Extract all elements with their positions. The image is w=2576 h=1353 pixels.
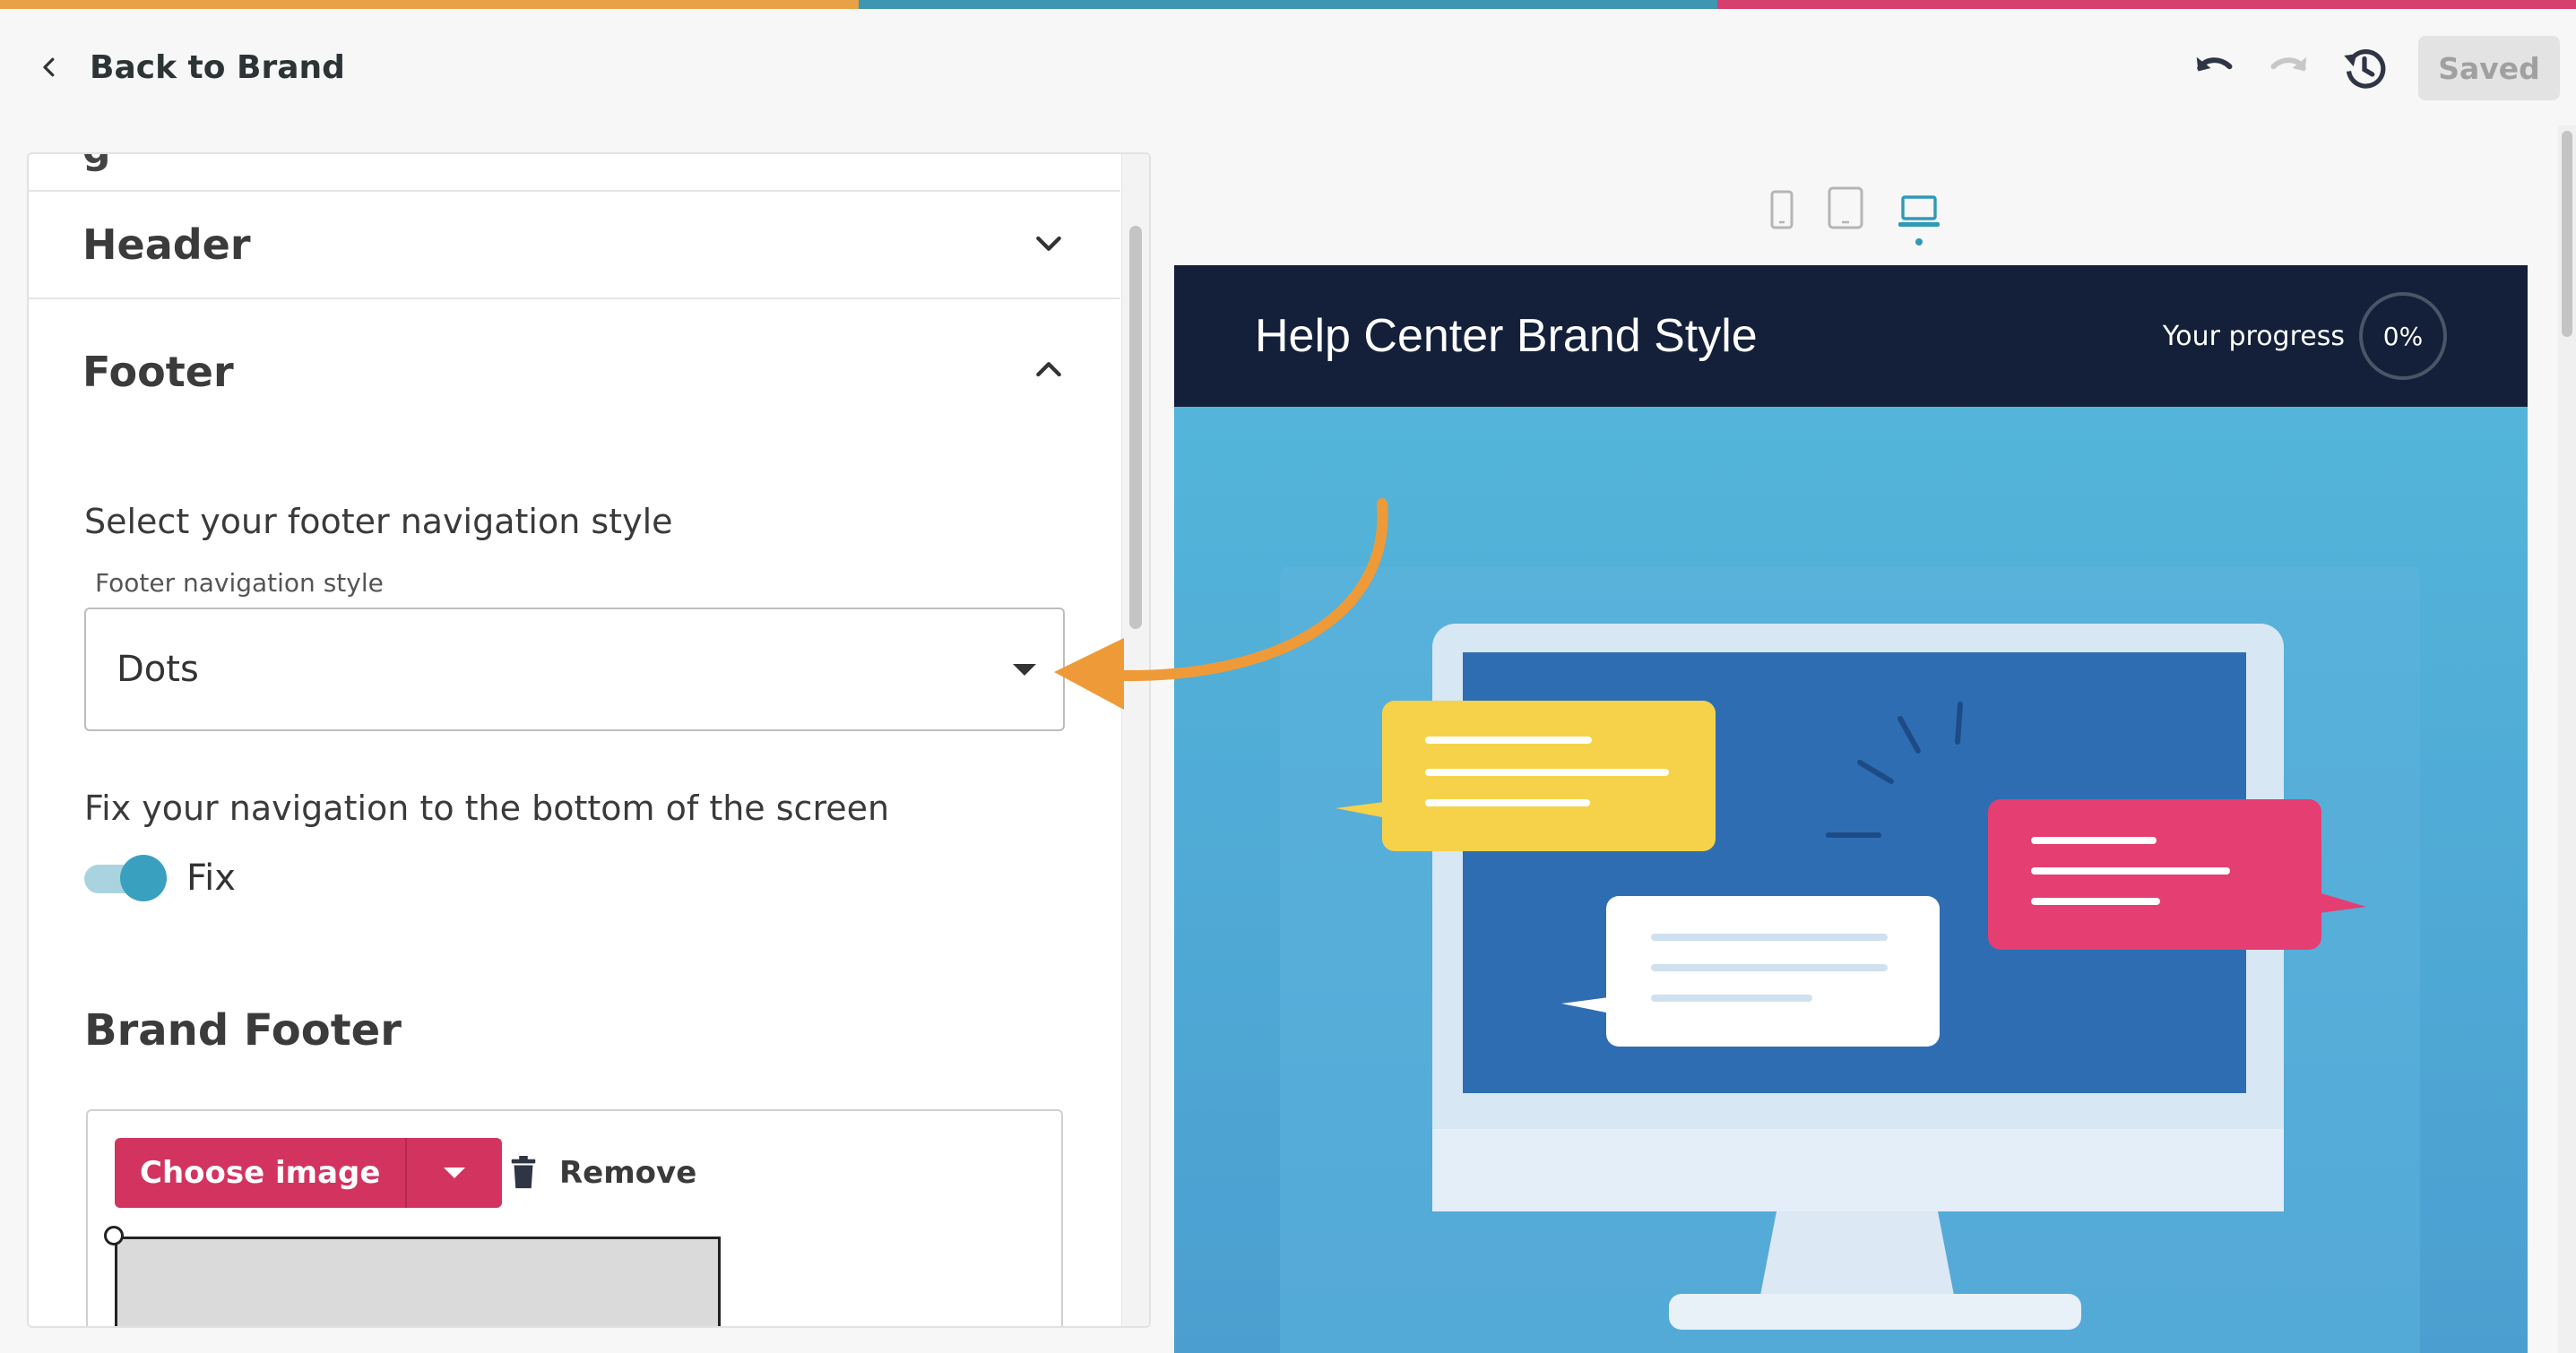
redo-button[interactable]	[2260, 39, 2318, 97]
editor-toolbar: Saved	[2167, 36, 2560, 100]
brand-footer-image-box: Choose image Remove	[86, 1109, 1063, 1326]
section-footer-toggle[interactable]: Footer	[29, 319, 1120, 425]
choose-image-button[interactable]: Choose image	[115, 1138, 503, 1208]
trash-icon	[511, 1156, 536, 1189]
history-button[interactable]	[2336, 39, 2393, 97]
undo-button[interactable]	[2185, 39, 2243, 97]
fix-toggle-label: Fix	[186, 857, 236, 899]
footer-nav-style-select[interactable]: Dots	[84, 608, 1065, 731]
nav-style-field-label: Footer navigation style	[95, 568, 384, 598]
chevron-up-icon	[1031, 352, 1067, 392]
saved-button[interactable]: Saved	[2418, 36, 2560, 100]
section-header-toggle[interactable]: Header	[29, 192, 1120, 297]
preview-scrollbar-thumb[interactable]	[2562, 131, 2572, 337]
back-label: Back to Brand	[90, 48, 345, 86]
section-title-footer: Footer	[82, 348, 234, 396]
annotation-arrow-icon	[1054, 498, 1388, 710]
footer-image-placeholder	[115, 1237, 721, 1326]
choose-image-dropdown[interactable]	[407, 1138, 502, 1208]
collapsed-section-partial: g	[29, 154, 1120, 192]
tablet-icon	[1828, 186, 1863, 229]
progress-ring: 0%	[2359, 292, 2447, 380]
stripe-orange	[0, 0, 859, 9]
nav-style-prompt: Select your footer navigation style	[84, 502, 673, 541]
preview-header: Help Center Brand Style Your progress 0%	[1174, 265, 2528, 407]
device-tablet-button[interactable]	[1828, 186, 1863, 246]
choose-image-label: Choose image	[115, 1138, 408, 1208]
preview-title: Help Center Brand Style	[1255, 310, 1758, 362]
undo-icon	[2196, 56, 2233, 72]
remove-label: Remove	[559, 1155, 697, 1191]
back-to-brand-link[interactable]: Back to Brand	[36, 43, 345, 91]
stripe-teal	[859, 0, 1717, 9]
history-icon	[2344, 48, 2386, 89]
progress-label: Your progress	[2162, 320, 2345, 352]
progress-value: 0%	[2382, 321, 2424, 351]
brand-footer-title: Brand Footer	[84, 1005, 402, 1056]
fix-toggle-row: Fix	[84, 853, 236, 903]
mobile-icon	[1770, 190, 1794, 229]
chevron-left-icon	[43, 57, 55, 77]
remove-image-button[interactable]: Remove	[509, 1138, 696, 1208]
fix-nav-prompt: Fix your navigation to the bottom of the…	[84, 789, 890, 828]
settings-panel: g Header Footer Select your footer navig…	[27, 152, 1151, 1328]
redo-icon	[2270, 56, 2307, 72]
device-switcher	[1770, 186, 1941, 246]
caret-down-icon	[444, 1168, 466, 1178]
divider	[29, 297, 1120, 299]
laptop-icon	[1898, 195, 1940, 227]
stripe-pink	[1717, 0, 2576, 9]
dropdown-caret-icon	[1013, 663, 1036, 676]
brand-preview: Help Center Brand Style Your progress 0%	[1174, 265, 2528, 1353]
section-title-header: Header	[82, 220, 251, 269]
active-device-indicator	[1915, 238, 1923, 246]
toggle-knob	[120, 855, 167, 901]
device-mobile-button[interactable]	[1770, 190, 1794, 246]
select-value: Dots	[117, 649, 199, 690]
chevron-down-icon	[1031, 225, 1067, 264]
crop-handle[interactable]	[104, 1226, 124, 1245]
fix-nav-toggle[interactable]	[84, 854, 167, 902]
top-color-stripe	[0, 0, 2576, 9]
device-laptop-button[interactable]	[1897, 194, 1941, 246]
